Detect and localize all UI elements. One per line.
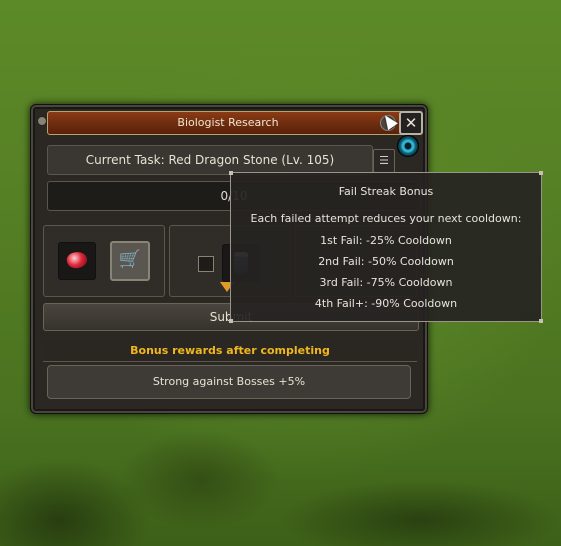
tooltip-line: 1st Fail: -25% Cooldown xyxy=(320,234,452,247)
tooltip-corner xyxy=(229,171,233,175)
current-task: Current Task: Red Dragon Stone (Lv. 105) xyxy=(47,145,373,175)
tooltip-line: 2nd Fail: -50% Cooldown xyxy=(318,255,454,268)
game-scene: Biologist Research ? ✕ Current Task: Red… xyxy=(0,0,561,546)
bonus-rewards-header: Bonus rewards after completing xyxy=(43,341,417,362)
task-list-button[interactable]: ☰ xyxy=(373,149,395,173)
tooltip-title: Fail Streak Bonus xyxy=(338,185,434,198)
use-item-checkbox[interactable] xyxy=(198,256,214,272)
bonus-reward-item: Strong against Bosses +5% xyxy=(47,365,411,399)
close-button[interactable]: ✕ xyxy=(399,111,423,135)
window-title: Biologist Research xyxy=(47,111,409,135)
shopping-cart-icon: 🛒 xyxy=(118,249,142,270)
tooltip-corner xyxy=(539,171,543,175)
tooltip-line: 4th Fail+: -90% Cooldown xyxy=(314,297,458,310)
tooltip-corner xyxy=(539,319,543,323)
item-panel: 🛒 xyxy=(43,225,165,297)
tooltip-line: 3rd Fail: -75% Cooldown xyxy=(319,276,453,289)
eye-icon xyxy=(397,135,419,157)
pin-icon[interactable] xyxy=(37,116,47,126)
fail-streak-tooltip: Fail Streak Bonus Each failed attempt re… xyxy=(229,171,543,323)
tooltip-corner xyxy=(229,319,233,323)
shop-button[interactable]: 🛒 xyxy=(110,241,150,281)
tooltip-description: Each failed attempt reduces your next co… xyxy=(250,212,522,225)
item-slot[interactable] xyxy=(58,242,96,280)
red-dragon-stone-icon xyxy=(65,249,89,271)
